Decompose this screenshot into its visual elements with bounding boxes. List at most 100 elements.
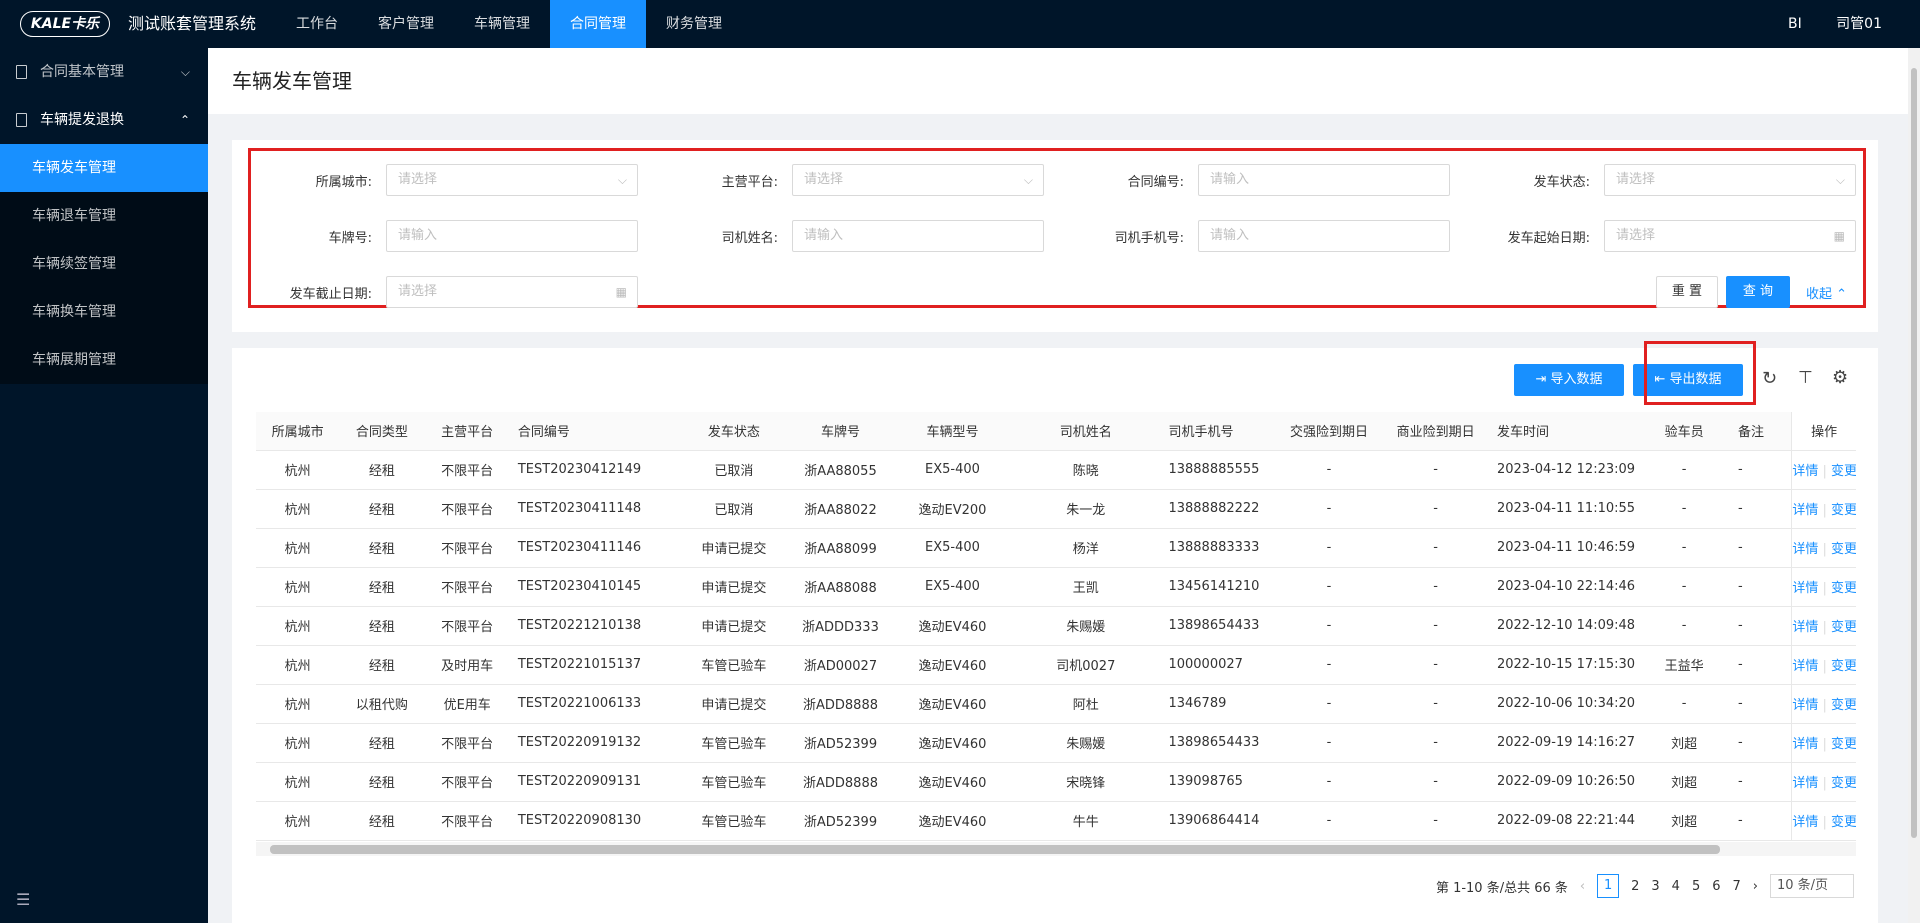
table-cell: 经租 — [339, 762, 425, 802]
plate-input[interactable]: 请输入 — [386, 220, 638, 252]
document-icon — [16, 65, 27, 79]
table-cell: - — [1382, 489, 1489, 529]
collapse-link[interactable]: 收起 ⌃ — [1806, 283, 1847, 302]
divider: | — [1818, 815, 1832, 830]
detail-link[interactable]: 详情 — [1793, 815, 1819, 830]
sidebar-item-swap[interactable]: 车辆换车管理 — [0, 288, 208, 336]
change-dropdown[interactable]: 变更 — [1831, 815, 1856, 830]
table-cell: - — [1275, 528, 1383, 568]
table-cell: - — [1638, 567, 1731, 607]
city-select[interactable]: 请选择 ⌵ — [386, 164, 638, 196]
start-date-picker[interactable]: 请选择 ▦ — [1604, 220, 1856, 252]
change-dropdown[interactable]: 变更 — [1831, 737, 1856, 752]
table-row: 杭州 以租代购 优E用车 TEST20221006133 申请已提交 浙ADD8888 逸动… — [256, 684, 1856, 724]
bi-link[interactable]: BI — [1788, 16, 1802, 32]
table-cell: - — [1730, 801, 1792, 841]
change-dropdown[interactable]: 变更 — [1831, 698, 1856, 713]
page-3[interactable]: 3 — [1651, 879, 1659, 894]
detail-link[interactable]: 详情 — [1793, 737, 1819, 752]
table-cell: 已取消 — [680, 450, 788, 490]
refresh-icon[interactable]: ↻ — [1762, 368, 1777, 389]
settings-icon[interactable]: ⚙ — [1832, 367, 1848, 388]
reset-button[interactable]: 重 置 — [1656, 276, 1718, 308]
change-dropdown[interactable]: 变更 — [1831, 659, 1856, 674]
nav-customers[interactable]: 客户管理 — [358, 0, 454, 48]
table-cell: 13898654433 — [1160, 723, 1276, 763]
contract-input[interactable]: 请输入 — [1198, 164, 1450, 196]
status-select[interactable]: 请选择 ⌵ — [1604, 164, 1856, 196]
detail-link[interactable]: 详情 — [1793, 776, 1819, 791]
page-5[interactable]: 5 — [1692, 879, 1700, 894]
phone-input[interactable]: 请输入 — [1198, 220, 1450, 252]
detail-link[interactable]: 详情 — [1793, 464, 1819, 479]
table-cell: - — [1730, 762, 1792, 802]
next-page-icon[interactable]: › — [1753, 879, 1758, 894]
page-2[interactable]: 2 — [1631, 879, 1639, 894]
detail-link[interactable]: 详情 — [1793, 503, 1819, 518]
scrollbar-thumb[interactable] — [270, 845, 1720, 854]
prev-page-icon[interactable]: ‹ — [1580, 879, 1585, 894]
detail-link[interactable]: 详情 — [1793, 581, 1819, 596]
contract-label: 合同编号: — [1127, 175, 1184, 190]
vertical-scrollbar[interactable] — [1908, 48, 1920, 923]
col-header: 交强险到期日 — [1275, 412, 1383, 451]
end-date-picker[interactable]: 请选择 ▦ — [386, 276, 638, 308]
row-actions: 详情 | 变更 — [1791, 489, 1856, 529]
table-cell: TEST20230410145 — [509, 567, 681, 607]
table-cell: 13906864414 — [1160, 801, 1276, 841]
page-size-select[interactable]: 10 条/页 — [1770, 874, 1854, 898]
top-navbar: KALE卡乐 测试账套管理系统 工作台 客户管理 车辆管理 合同管理 财务管理 … — [0, 0, 1920, 48]
detail-link[interactable]: 详情 — [1793, 620, 1819, 635]
change-dropdown[interactable]: 变更 — [1831, 464, 1856, 479]
change-dropdown[interactable]: 变更 — [1831, 776, 1856, 791]
query-button[interactable]: 查 询 — [1726, 276, 1790, 308]
table-cell: TEST20221006133 — [509, 684, 681, 724]
sidebar-item-return[interactable]: 车辆退车管理 — [0, 192, 208, 240]
page-4[interactable]: 4 — [1672, 879, 1680, 894]
page-1[interactable]: 1 — [1597, 874, 1620, 898]
import-data-button[interactable]: ⇥ 导入数据 — [1514, 364, 1624, 396]
page-7[interactable]: 7 — [1733, 879, 1741, 894]
nav-workbench[interactable]: 工作台 — [276, 0, 358, 48]
end-date-placeholder: 请选择 — [398, 284, 438, 299]
brand-logo[interactable]: KALE卡乐 — [20, 11, 110, 37]
table-cell: 不限平台 — [424, 723, 510, 763]
table-cell: TEST20230412149 — [509, 450, 681, 490]
table-cell: 2022-09-08 22:21:44 — [1488, 801, 1639, 841]
column-height-icon[interactable]: ⊤ — [1798, 368, 1813, 388]
city-placeholder: 请选择 — [398, 172, 438, 187]
page-6[interactable]: 6 — [1712, 879, 1720, 894]
detail-link[interactable]: 详情 — [1793, 659, 1819, 674]
detail-link[interactable]: 详情 — [1793, 542, 1819, 557]
detail-link[interactable]: 详情 — [1793, 698, 1819, 713]
table-cell: 杭州 — [256, 723, 340, 763]
table-cell: 经租 — [339, 528, 425, 568]
change-dropdown[interactable]: 变更 — [1831, 542, 1856, 557]
table-cell: 不限平台 — [424, 762, 510, 802]
horizontal-scrollbar[interactable] — [256, 842, 1856, 856]
sidebar-item-dispatch[interactable]: 车辆发车管理 — [0, 144, 208, 192]
table-cell: 杭州 — [256, 489, 340, 529]
table-cell: 杭州 — [256, 450, 340, 490]
table-cell: - — [1730, 489, 1792, 529]
change-dropdown[interactable]: 变更 — [1831, 581, 1856, 596]
nav-finance[interactable]: 财务管理 — [646, 0, 742, 48]
change-dropdown[interactable]: 变更 — [1831, 620, 1856, 635]
user-menu[interactable]: 司管01 — [1836, 16, 1882, 32]
table-cell: 不限平台 — [424, 567, 510, 607]
sidebar-item-renew[interactable]: 车辆续签管理 — [0, 240, 208, 288]
table-cell: 2022-12-10 14:09:48 — [1488, 606, 1639, 646]
sidebar-group-vehicle-ops[interactable]: 车辆提发退换 ⌃ — [0, 96, 208, 144]
platform-select[interactable]: 请选择 ⌵ — [792, 164, 1044, 196]
table-cell: - — [1638, 450, 1731, 490]
menu-fold-icon[interactable]: ☰ — [16, 890, 30, 909]
phone-label: 司机手机号: — [1114, 231, 1184, 246]
driver-input[interactable]: 请输入 — [792, 220, 1044, 252]
nav-vehicles[interactable]: 车辆管理 — [454, 0, 550, 48]
sidebar-group-contract-basic[interactable]: 合同基本管理 ⌵ — [0, 48, 208, 96]
scrollbar-thumb[interactable] — [1911, 68, 1917, 838]
pagination: 第 1-10 条/总共 66 条 ‹ 1 2 3 4 5 6 7 › 10 条/… — [1424, 874, 1854, 898]
nav-contracts[interactable]: 合同管理 — [550, 0, 646, 48]
sidebar-item-extend[interactable]: 车辆展期管理 — [0, 336, 208, 384]
change-dropdown[interactable]: 变更 — [1831, 503, 1856, 518]
